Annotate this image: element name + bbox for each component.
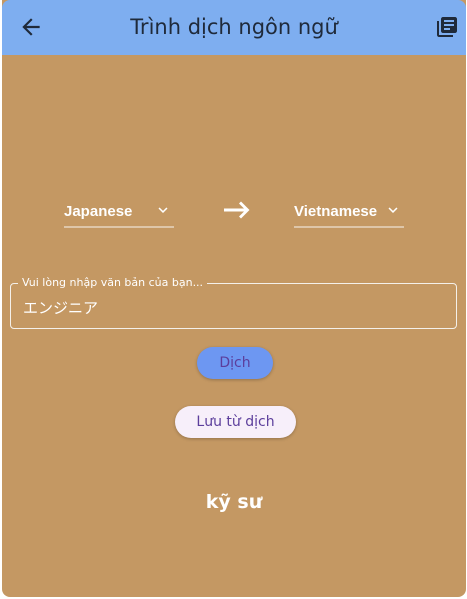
back-button[interactable] [18, 14, 44, 40]
chevron-down-icon [158, 207, 168, 213]
history-button[interactable] [435, 15, 459, 39]
arrow-left-icon [22, 18, 40, 36]
translate-button[interactable]: Dịch [197, 347, 273, 379]
chevron-down-icon [388, 207, 398, 213]
save-translation-button[interactable]: Lưu từ dịch [175, 406, 296, 438]
app-bar: Trình dịch ngôn ngữ [2, 0, 466, 55]
page-title: Trình dịch ngôn ngữ [130, 15, 338, 39]
translation-result: kỹ sư [205, 491, 263, 513]
target-language-label: Vietnamese [294, 203, 378, 220]
app-screen: Trình dịch ngôn ngữ Japanese Vietnamese … [2, 0, 466, 597]
source-language-dropdown[interactable]: Japanese [64, 196, 174, 228]
input-value: エンジニア [23, 299, 99, 317]
library-books-icon [437, 17, 457, 37]
target-language-dropdown[interactable]: Vietnamese [294, 196, 404, 228]
source-language-label: Japanese [64, 203, 133, 220]
input-floating-label: Vui lòng nhập văn bản của bạn... [18, 276, 208, 289]
text-input-field[interactable]: エンジニア [10, 283, 457, 329]
arrow-right-icon [224, 201, 250, 219]
